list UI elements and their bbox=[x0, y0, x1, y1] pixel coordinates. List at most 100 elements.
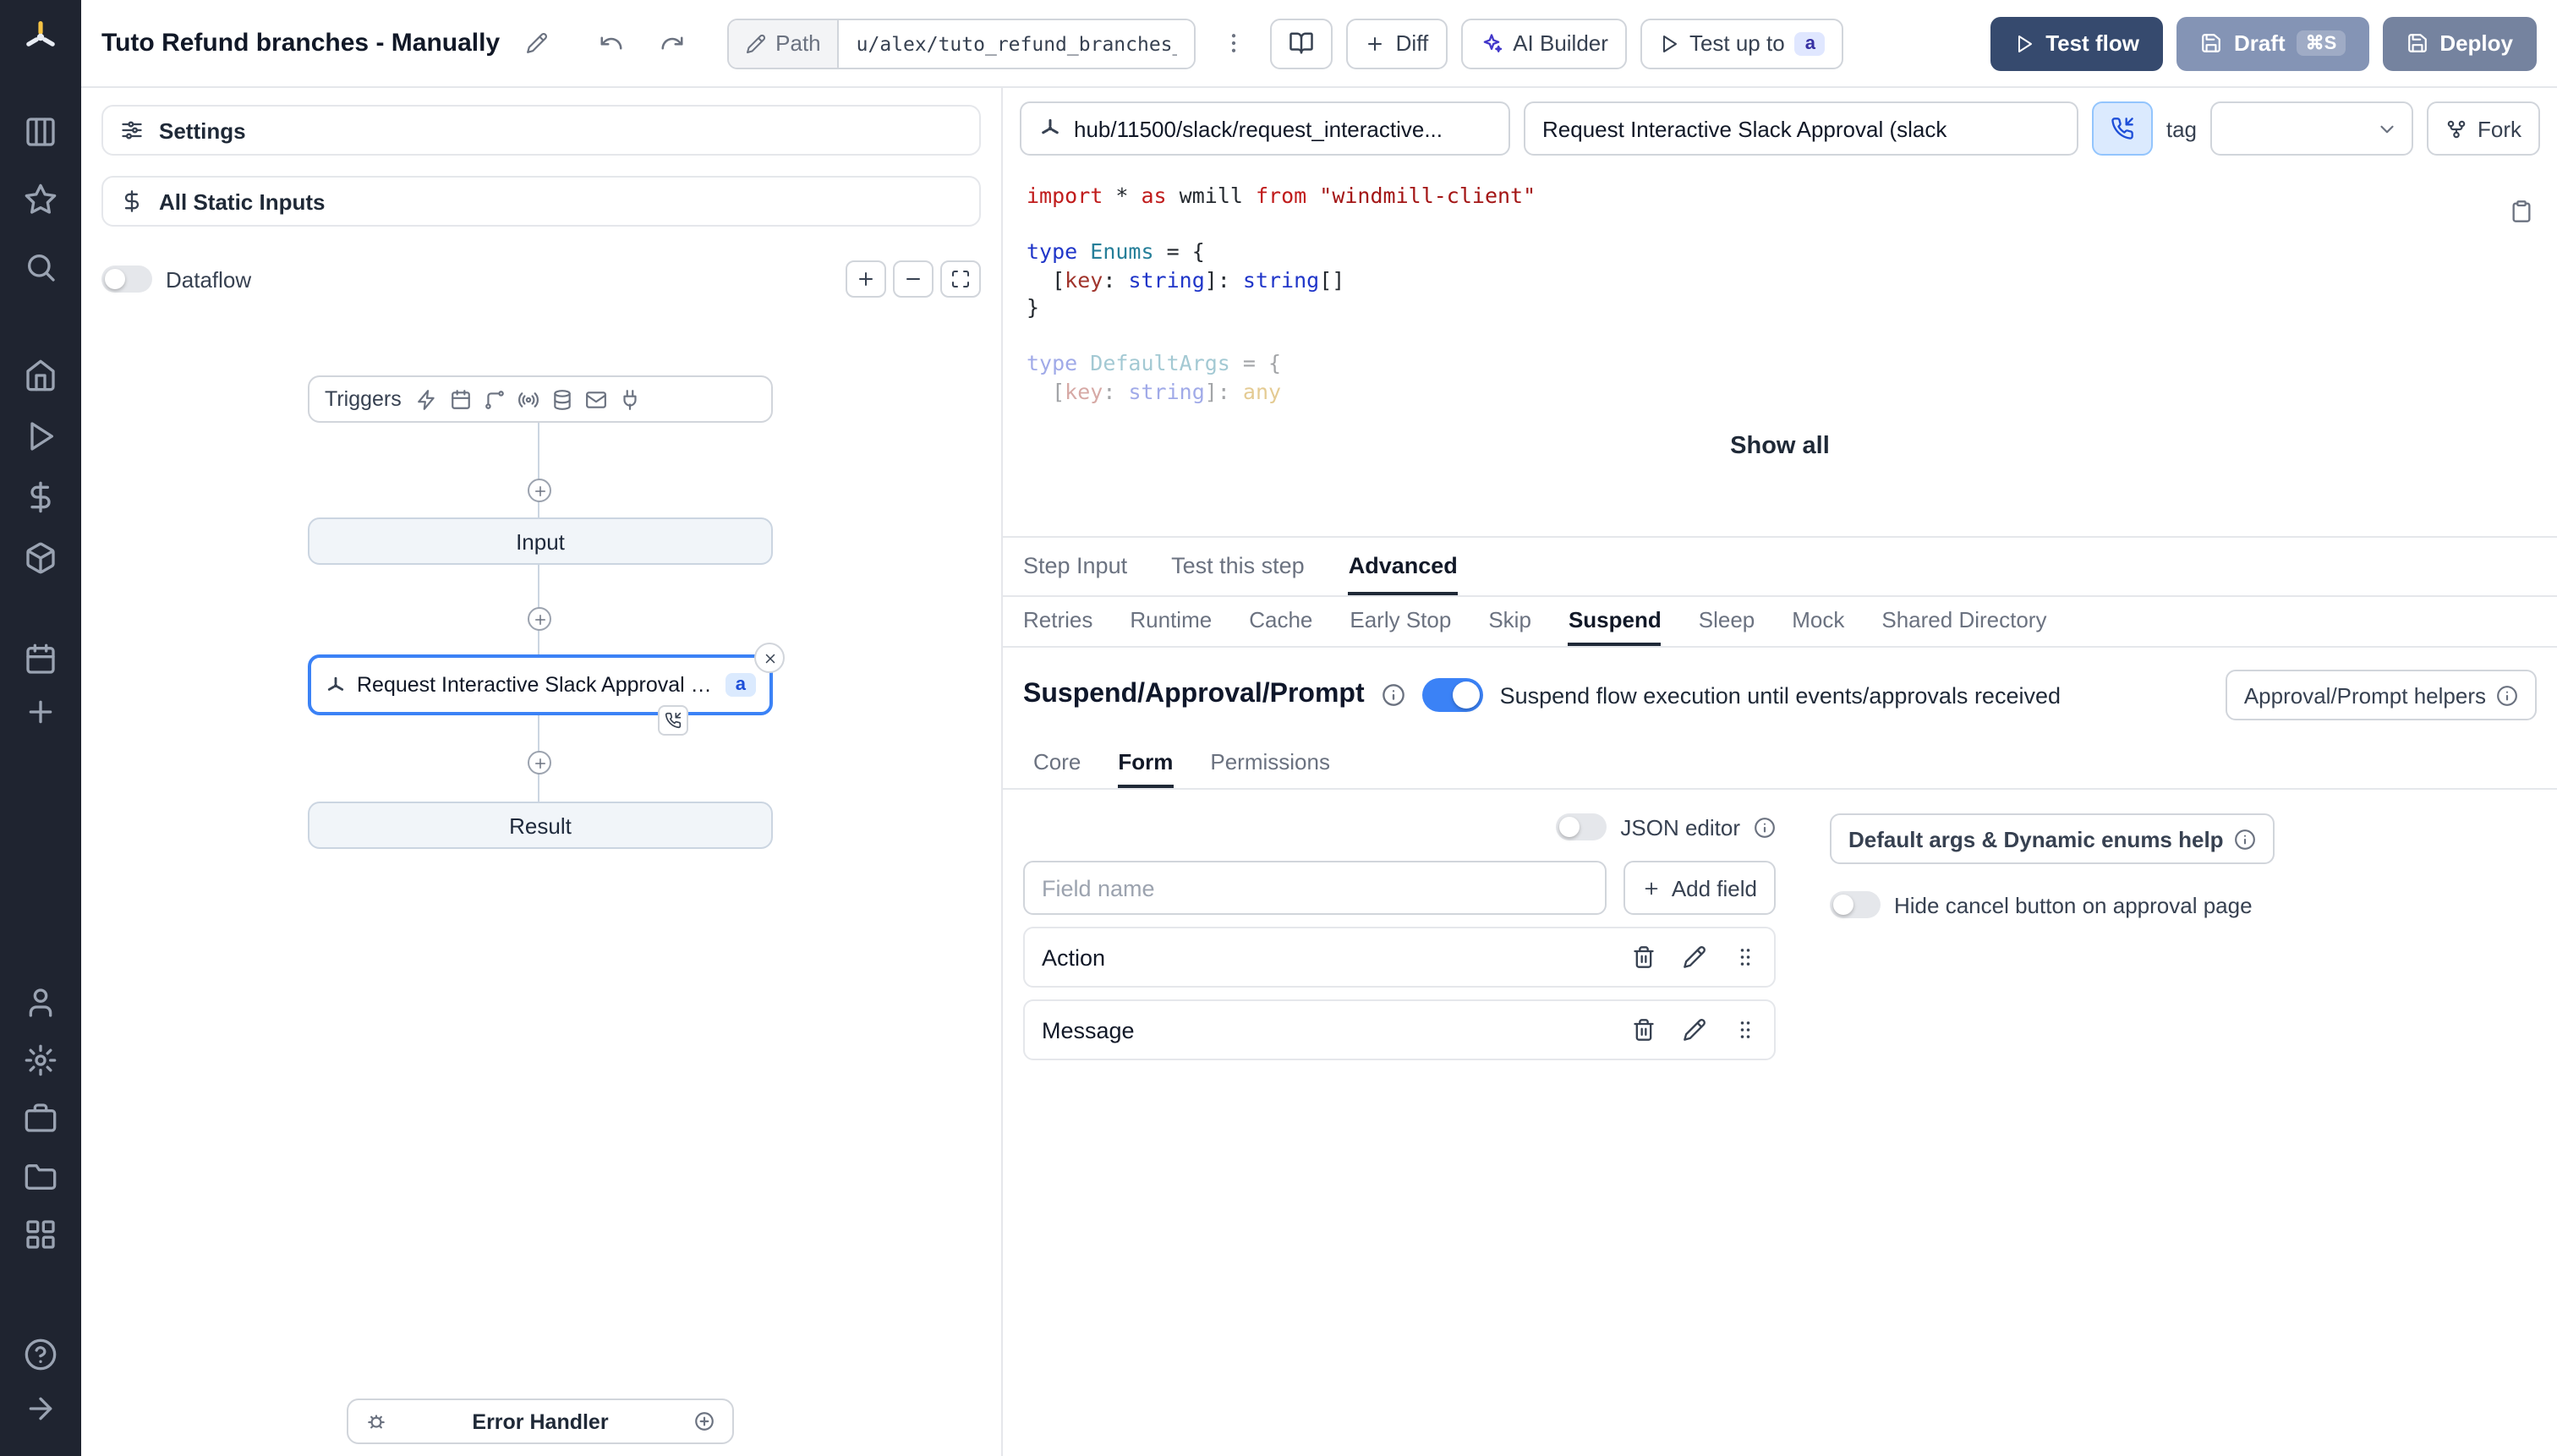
remove-step-button[interactable] bbox=[754, 643, 785, 673]
delete-field-button[interactable] bbox=[1632, 1018, 1656, 1042]
field-name-input[interactable] bbox=[1023, 861, 1607, 915]
tag-select[interactable] bbox=[2210, 101, 2413, 156]
hide-cancel-toggle[interactable] bbox=[1830, 891, 1881, 918]
fork-button[interactable]: Fork bbox=[2427, 101, 2540, 156]
approval-helpers-button[interactable]: Approval/Prompt helpers bbox=[2225, 670, 2537, 720]
create-icon[interactable] bbox=[24, 695, 57, 729]
windmill-logo[interactable] bbox=[20, 17, 61, 57]
edit-field-button[interactable] bbox=[1683, 945, 1706, 969]
add-error-handler-icon[interactable] bbox=[693, 1410, 715, 1432]
tab-cache[interactable]: Cache bbox=[1249, 597, 1312, 646]
insert-step-button[interactable] bbox=[528, 607, 551, 631]
tab-mock[interactable]: Mock bbox=[1792, 597, 1844, 646]
search-icon[interactable] bbox=[24, 250, 57, 284]
copy-code-button[interactable] bbox=[2510, 200, 2533, 228]
error-handler-node[interactable]: Error Handler bbox=[347, 1399, 734, 1444]
drag-field-handle[interactable] bbox=[1733, 945, 1757, 969]
draft-shortcut: ⌘S bbox=[2297, 30, 2346, 56]
tab-suspend[interactable]: Suspend bbox=[1568, 597, 1662, 646]
runs-icon[interactable] bbox=[24, 419, 57, 453]
suspend-indicator-badge[interactable] bbox=[658, 705, 688, 736]
code-lines: import * as wmill from "windmill-client"… bbox=[1027, 183, 1536, 403]
field-row-message[interactable]: Message bbox=[1023, 999, 1776, 1060]
input-node[interactable]: Input bbox=[308, 517, 773, 565]
settings-gear-icon[interactable] bbox=[24, 1043, 57, 1077]
folders-icon[interactable] bbox=[24, 1160, 57, 1194]
info-icon[interactable] bbox=[1382, 683, 1405, 707]
tab-test-this-step[interactable]: Test this step bbox=[1171, 538, 1305, 595]
triggers-node[interactable]: Triggers bbox=[308, 375, 773, 423]
step-name-input[interactable] bbox=[1524, 101, 2078, 156]
workers-icon[interactable] bbox=[24, 1101, 57, 1135]
edit-field-button[interactable] bbox=[1683, 1018, 1706, 1042]
schedules-icon[interactable] bbox=[24, 643, 57, 676]
fit-view-button[interactable] bbox=[940, 260, 981, 298]
redo-button[interactable] bbox=[649, 19, 696, 67]
zoom-in-button[interactable] bbox=[846, 260, 886, 298]
hub-script-path[interactable]: hub/11500/slack/request_interactive... bbox=[1020, 101, 1510, 156]
dataflow-label: Dataflow bbox=[166, 266, 252, 292]
tab-retries[interactable]: Retries bbox=[1023, 597, 1092, 646]
insert-step-button[interactable] bbox=[528, 751, 551, 775]
test-flow-button[interactable]: Test flow bbox=[1990, 16, 2163, 70]
suspend-phone-button[interactable] bbox=[2091, 101, 2153, 156]
postgres-icon[interactable] bbox=[552, 388, 574, 410]
show-all-button[interactable]: Show all bbox=[1730, 433, 1830, 460]
favorites-icon[interactable] bbox=[24, 183, 57, 216]
add-field-button[interactable]: Add field bbox=[1623, 861, 1776, 915]
slack-approval-node[interactable]: Request Interactive Slack Approval (... … bbox=[308, 643, 785, 736]
close-icon bbox=[762, 650, 777, 665]
home-icon[interactable] bbox=[24, 359, 57, 392]
test-up-to-button[interactable]: Test up to a bbox=[1640, 18, 1844, 68]
kafka-icon[interactable] bbox=[620, 388, 642, 410]
tab-step-input[interactable]: Step Input bbox=[1023, 538, 1127, 595]
path-input[interactable] bbox=[839, 19, 1195, 67]
tab-early-stop[interactable]: Early Stop bbox=[1350, 597, 1451, 646]
tab-shared-directory[interactable]: Shared Directory bbox=[1881, 597, 2046, 646]
help-icon[interactable] bbox=[24, 1338, 57, 1371]
websocket-icon[interactable] bbox=[518, 388, 540, 410]
flow-settings-button[interactable]: Settings bbox=[101, 105, 981, 156]
default-args-help-button[interactable]: Default args & Dynamic enums help bbox=[1830, 813, 2275, 864]
code-editor[interactable]: import * as wmill from "windmill-client"… bbox=[1003, 169, 2557, 406]
step-header-row: hub/11500/slack/request_interactive... t… bbox=[1003, 88, 2557, 169]
http-route-icon[interactable] bbox=[485, 388, 506, 410]
variables-icon[interactable] bbox=[24, 480, 57, 514]
webhook-icon[interactable] bbox=[417, 388, 439, 410]
dataflow-toggle[interactable] bbox=[101, 265, 152, 293]
edit-title-button[interactable] bbox=[513, 19, 561, 67]
tab-skip[interactable]: Skip bbox=[1488, 597, 1531, 646]
draft-button[interactable]: Draft ⌘S bbox=[2176, 16, 2369, 70]
resources-icon[interactable] bbox=[24, 541, 57, 575]
tab-form[interactable]: Form bbox=[1118, 739, 1174, 788]
tab-runtime[interactable]: Runtime bbox=[1130, 597, 1212, 646]
suspend-section-header: Suspend/Approval/Prompt Suspend flow exe… bbox=[1003, 648, 2557, 739]
docs-button[interactable] bbox=[1270, 18, 1333, 68]
drag-field-handle[interactable] bbox=[1733, 1018, 1757, 1042]
groups-icon[interactable] bbox=[24, 1218, 57, 1251]
result-node[interactable]: Result bbox=[308, 802, 773, 849]
more-options-button[interactable] bbox=[1210, 19, 1257, 67]
diff-button[interactable]: Diff bbox=[1346, 18, 1448, 68]
tab-sleep[interactable]: Sleep bbox=[1699, 597, 1755, 646]
tab-advanced[interactable]: Advanced bbox=[1348, 538, 1458, 595]
json-editor-toggle[interactable] bbox=[1556, 813, 1607, 840]
all-static-inputs-button[interactable]: All Static Inputs bbox=[101, 176, 981, 227]
schedule-icon[interactable] bbox=[451, 388, 473, 410]
field-row-action[interactable]: Action bbox=[1023, 927, 1776, 988]
apps-icon[interactable] bbox=[24, 115, 57, 149]
suspend-toggle[interactable] bbox=[1421, 678, 1483, 712]
email-icon[interactable] bbox=[586, 388, 608, 410]
tab-core[interactable]: Core bbox=[1033, 739, 1081, 788]
deploy-button[interactable]: Deploy bbox=[2382, 16, 2537, 70]
user-icon[interactable] bbox=[24, 986, 57, 1020]
insert-step-button[interactable] bbox=[528, 479, 551, 502]
ai-builder-button[interactable]: AI Builder bbox=[1460, 18, 1627, 68]
zoom-out-button[interactable] bbox=[893, 260, 934, 298]
delete-field-button[interactable] bbox=[1632, 945, 1656, 969]
tab-permissions[interactable]: Permissions bbox=[1210, 739, 1330, 788]
info-icon[interactable] bbox=[1754, 816, 1776, 838]
undo-button[interactable] bbox=[588, 19, 635, 67]
grip-vertical-icon bbox=[1733, 1018, 1757, 1042]
expand-sidebar-icon[interactable] bbox=[24, 1392, 57, 1426]
